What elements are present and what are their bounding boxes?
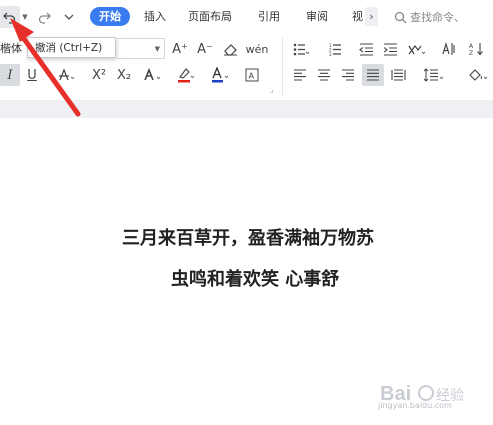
subscript-button[interactable]: X₂ — [114, 64, 134, 86]
command-search[interactable]: 查找命令、 — [394, 8, 465, 26]
numbering-button[interactable]: 123 — [326, 39, 348, 59]
highlight-button[interactable] — [175, 64, 199, 86]
chevron-down-icon: ▼ — [154, 45, 160, 53]
dialog-launcher-icon: ⌟ — [270, 86, 274, 94]
line-spacing-icon — [423, 68, 444, 82]
text-effect-button[interactable] — [141, 64, 165, 86]
font-size-field[interactable]: ▼ — [117, 38, 165, 59]
phonetic-guide-button[interactable]: wén — [245, 39, 269, 59]
svg-text:Z: Z — [469, 50, 473, 56]
distributed-button[interactable] — [388, 65, 408, 85]
tab-home[interactable]: 开始 — [90, 7, 130, 26]
chevron-down-icon: ▼ — [22, 13, 28, 21]
document-line-1: 三月来百草开，盈香满袖万物苏 — [122, 228, 374, 249]
strikethrough-button[interactable] — [56, 64, 78, 86]
shrink-font-button[interactable]: A⁻ — [196, 39, 214, 59]
superscript-button[interactable]: X² — [89, 64, 109, 86]
grow-font-button[interactable]: A⁺ — [171, 39, 189, 59]
align-distributed-icon — [390, 69, 406, 81]
paint-bucket-icon — [469, 69, 488, 81]
align-right-icon — [342, 69, 354, 81]
underline-button[interactable]: U — [22, 64, 42, 86]
shrink-font-icon: A⁻ — [197, 41, 213, 57]
line-spacing-button[interactable] — [420, 64, 448, 86]
undo-icon — [3, 12, 16, 24]
baidu-watermark-logo: Bai 经验 — [380, 383, 464, 405]
underline-icon: U — [27, 67, 37, 83]
text-direction-icon — [442, 42, 455, 55]
phonetic-icon: wén — [245, 42, 269, 56]
character-border-icon: A — [245, 68, 259, 82]
highlighter-icon — [178, 68, 195, 83]
bullet-list-icon — [293, 43, 309, 55]
svg-text:A: A — [249, 72, 255, 81]
separator — [282, 38, 283, 96]
tab-view[interactable]: 视 — [346, 7, 363, 26]
tab-insert[interactable]: 插入 — [138, 7, 172, 26]
font-color-icon — [212, 67, 229, 83]
outdent-icon — [358, 42, 373, 56]
numbered-list-icon: 123 — [329, 43, 341, 56]
decrease-indent-button[interactable] — [356, 39, 376, 59]
undo-button[interactable] — [0, 6, 20, 28]
clear-format-button[interactable] — [221, 39, 239, 59]
align-center-button[interactable] — [315, 65, 333, 85]
watermark-url: jingyan.baidu.com — [378, 401, 452, 410]
document-margin-area — [0, 100, 493, 118]
document-line-2: 虫鸣和着欢笑 心事舒 — [171, 269, 340, 290]
shading-button[interactable] — [465, 64, 491, 86]
align-left-button[interactable] — [291, 65, 309, 85]
redo-icon — [38, 12, 51, 24]
eraser-icon — [223, 43, 237, 56]
align-center-icon — [318, 69, 330, 81]
strikethrough-icon — [59, 68, 75, 81]
chinese-layout-icon — [408, 44, 426, 54]
tab-review[interactable]: 审阅 — [300, 7, 334, 26]
align-left-icon — [294, 69, 306, 81]
chevron-down-icon — [64, 14, 74, 20]
chinese-layout-button[interactable] — [405, 39, 429, 59]
tab-references[interactable]: 引用 — [252, 7, 286, 26]
font-dialog-launcher[interactable]: ⌟ — [268, 86, 276, 94]
redo-button[interactable] — [36, 6, 52, 28]
undo-dropdown-button[interactable]: ▼ — [20, 6, 30, 28]
search-placeholder: 查找命令、 — [410, 11, 465, 24]
text-effect-icon — [144, 68, 161, 81]
chevron-right-icon: › — [369, 10, 374, 23]
customize-quick-access-button[interactable] — [62, 6, 76, 28]
superscript-icon: X² — [91, 67, 107, 83]
svg-text:A: A — [469, 43, 474, 50]
svg-text:3: 3 — [329, 52, 332, 56]
tab-row: ▼ 开始 插入 页面布局 引用 审阅 视 › 查找命令、 — [0, 0, 493, 33]
font-name-field[interactable]: 楷体 — [0, 38, 22, 60]
align-right-button[interactable] — [339, 65, 357, 85]
sort-button[interactable]: AZ — [466, 39, 488, 59]
subscript-icon: X₂ — [116, 67, 132, 83]
text-direction-button[interactable] — [438, 39, 460, 59]
grow-font-icon: A⁺ — [172, 41, 188, 57]
character-border-button[interactable]: A — [243, 64, 261, 86]
bullets-button[interactable] — [290, 39, 312, 59]
increase-indent-button[interactable] — [380, 39, 400, 59]
undo-tooltip: 撤消 (Ctrl+Z) — [27, 37, 116, 58]
search-icon — [394, 11, 407, 23]
tab-page-layout[interactable]: 页面布局 — [182, 7, 238, 26]
italic-button[interactable]: I — [0, 64, 20, 86]
font-color-button[interactable] — [209, 64, 233, 86]
sort-icon: AZ — [469, 43, 483, 56]
tab-scroll-right-button[interactable]: › — [365, 7, 378, 26]
italic-icon: I — [7, 67, 13, 83]
align-justify-icon — [367, 69, 379, 81]
justify-button[interactable] — [362, 64, 384, 86]
indent-icon — [383, 42, 397, 56]
